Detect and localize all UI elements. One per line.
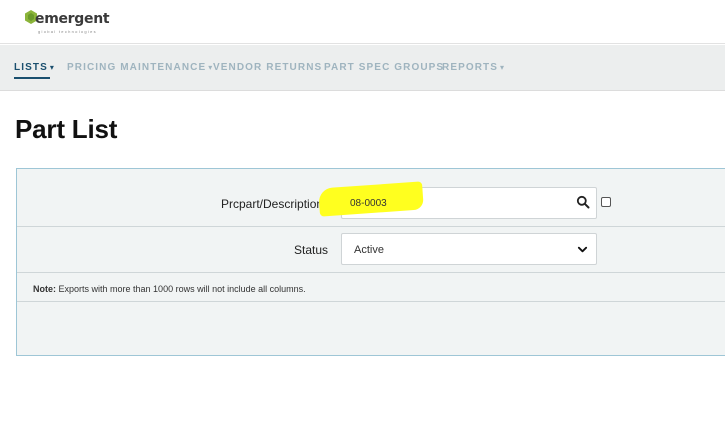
nav-item-label: PRICING MAINTENANCE <box>67 62 207 73</box>
nav-item-reports[interactable]: REPORTS ▾ <box>442 62 505 73</box>
status-selected-value: Active <box>354 244 384 256</box>
row-divider <box>17 226 725 227</box>
app-header: emergent global technologies <box>0 0 725 44</box>
nav-item-label: PART SPEC GROUPS <box>324 62 445 73</box>
logo-tagline: global technologies <box>38 29 97 34</box>
chevron-down-icon <box>577 246 588 253</box>
status-select[interactable]: Active <box>341 233 597 265</box>
caret-down-icon: ▾ <box>49 63 55 72</box>
note-text: Exports with more than 1000 rows will no… <box>58 284 306 294</box>
active-nav-indicator <box>14 77 50 79</box>
include-checkbox[interactable] <box>601 197 611 207</box>
part-search-value[interactable]: 08-0003 <box>350 198 387 209</box>
status-label: Status <box>294 243 329 257</box>
export-note: Note: Exports with more than 1000 rows w… <box>33 284 306 294</box>
company-logo[interactable]: emergent global technologies <box>24 8 114 36</box>
nav-item-vendor-returns[interactable]: VENDOR RETURNS <box>213 62 322 73</box>
search-icon[interactable] <box>576 195 590 209</box>
nav-item-label: REPORTS <box>442 62 499 73</box>
nav-item-label: LISTS <box>14 62 48 73</box>
logo-text: emergent <box>35 11 110 27</box>
row-divider <box>17 272 725 273</box>
filter-panel: Prcpart/Description 08-0003 Status Activ… <box>16 168 725 356</box>
part-description-label: Prcpart/Description <box>221 197 324 211</box>
nav-item-label: VENDOR RETURNS <box>213 62 323 73</box>
main-nav: LISTS ▾ PRICING MAINTENANCE ▾ VENDOR RETUR… <box>0 45 725 91</box>
nav-item-pricing-maintenance[interactable]: PRICING MAINTENANCE ▾ <box>67 62 213 73</box>
page-title: Part List <box>15 114 118 144</box>
caret-down-icon: ▾ <box>500 63 506 72</box>
note-prefix: Note: <box>33 284 56 294</box>
nav-item-lists[interactable]: LISTS ▾ <box>14 62 55 73</box>
row-divider <box>17 301 725 302</box>
nav-item-part-spec-groups[interactable]: PART SPEC GROUPS <box>324 62 444 73</box>
